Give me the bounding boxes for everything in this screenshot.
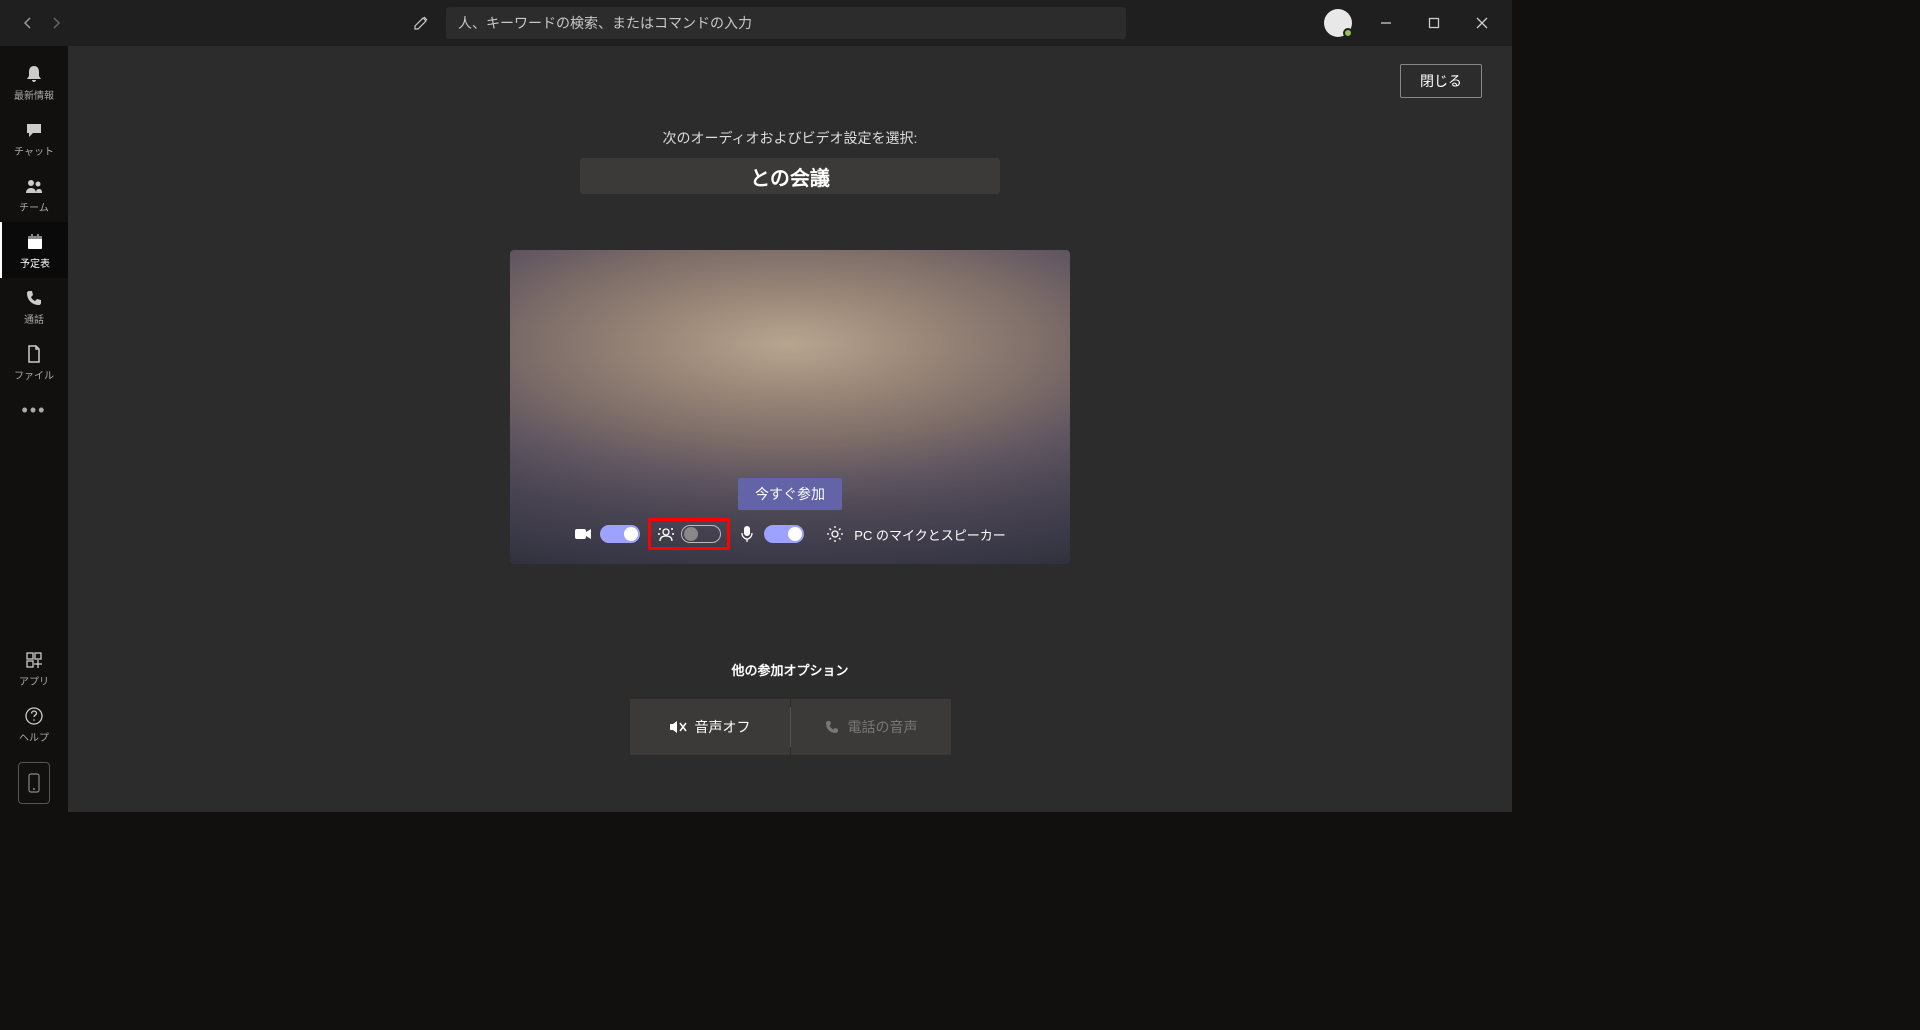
search-input[interactable]: 人、キーワードの検索、またはコマンドの入力 bbox=[446, 7, 1126, 39]
rail-item-activity[interactable]: 最新情報 bbox=[0, 54, 68, 110]
rail-more-button[interactable]: ••• bbox=[0, 390, 68, 430]
search-placeholder: 人、キーワードの検索、またはコマンドの入力 bbox=[458, 13, 752, 33]
background-blur-icon bbox=[657, 525, 675, 543]
video-preview: 今すぐ参加 bbox=[510, 250, 1070, 564]
speaker-off-icon bbox=[669, 719, 687, 735]
apps-icon bbox=[23, 649, 45, 671]
help-icon bbox=[23, 705, 45, 727]
rail-item-teams[interactable]: チーム bbox=[0, 166, 68, 222]
meeting-prejoin: 閉じる 次のオーディオおよびビデオ設定を選択: との会議 今すぐ参加 bbox=[68, 46, 1512, 812]
calendar-icon bbox=[24, 231, 46, 253]
camera-toggle[interactable] bbox=[600, 525, 640, 543]
rail-label: チャット bbox=[14, 143, 54, 158]
rail-item-calendar[interactable]: 予定表 bbox=[0, 222, 68, 278]
back-button[interactable] bbox=[18, 13, 38, 33]
audio-off-button[interactable]: 音声オフ bbox=[630, 699, 790, 755]
rail-item-chat[interactable]: チャット bbox=[0, 110, 68, 166]
phone-audio-label: 電話の音声 bbox=[848, 717, 918, 737]
compose-icon[interactable] bbox=[406, 8, 436, 38]
phone-icon bbox=[23, 287, 45, 309]
presence-indicator bbox=[1343, 28, 1353, 38]
camera-icon bbox=[574, 525, 592, 543]
rail-label: チーム bbox=[19, 199, 49, 214]
minimize-button[interactable] bbox=[1372, 9, 1400, 37]
forward-button[interactable] bbox=[46, 13, 66, 33]
rail-label: 最新情報 bbox=[14, 87, 54, 102]
background-blur-toggle[interactable] bbox=[681, 525, 721, 543]
teams-icon bbox=[23, 175, 45, 197]
file-icon bbox=[23, 343, 45, 365]
background-blur-highlight bbox=[648, 518, 730, 550]
other-options-label: 他の参加オプション bbox=[731, 660, 848, 679]
mic-icon bbox=[738, 525, 756, 543]
avatar[interactable] bbox=[1324, 9, 1352, 37]
rail-label: 予定表 bbox=[20, 255, 50, 270]
join-now-button[interactable]: 今すぐ参加 bbox=[738, 478, 842, 510]
close-window-button[interactable] bbox=[1468, 9, 1496, 37]
close-button[interactable]: 閉じる bbox=[1400, 64, 1482, 98]
audio-off-label: 音声オフ bbox=[695, 717, 751, 737]
device-label[interactable]: PC のマイクとスピーカー bbox=[854, 525, 1005, 544]
app-rail: 最新情報 チャット チーム 予定表 通話 bbox=[0, 46, 68, 812]
nav-arrows bbox=[8, 13, 66, 33]
rail-item-apps[interactable]: アプリ bbox=[0, 640, 68, 696]
titlebar-right bbox=[1324, 9, 1504, 37]
rail-label: 通話 bbox=[24, 311, 44, 326]
prejoin-controls: PC のマイクとスピーカー bbox=[510, 518, 1070, 550]
settings-label: 次のオーディオおよびビデオ設定を選択: bbox=[663, 128, 918, 148]
meeting-title: との会議 bbox=[750, 162, 830, 191]
mic-toggle[interactable] bbox=[764, 525, 804, 543]
phone-audio-button[interactable]: 電話の音声 bbox=[791, 699, 951, 755]
rail-label: ファイル bbox=[14, 367, 54, 382]
meeting-title-input[interactable]: との会議 bbox=[580, 158, 1000, 194]
phone-icon bbox=[824, 719, 840, 735]
other-options-row: 音声オフ 電話の音声 bbox=[630, 699, 951, 755]
rail-item-calls[interactable]: 通話 bbox=[0, 278, 68, 334]
bell-icon bbox=[23, 63, 45, 85]
mobile-button[interactable] bbox=[18, 762, 50, 804]
rail-label: アプリ bbox=[19, 673, 49, 688]
rail-item-help[interactable]: ヘルプ bbox=[0, 696, 68, 752]
rail-item-files[interactable]: ファイル bbox=[0, 334, 68, 390]
rail-label: ヘルプ bbox=[19, 729, 49, 744]
chat-icon bbox=[23, 119, 45, 141]
gear-icon[interactable] bbox=[826, 525, 844, 543]
maximize-button[interactable] bbox=[1420, 9, 1448, 37]
titlebar: 人、キーワードの検索、またはコマンドの入力 bbox=[0, 0, 1512, 46]
